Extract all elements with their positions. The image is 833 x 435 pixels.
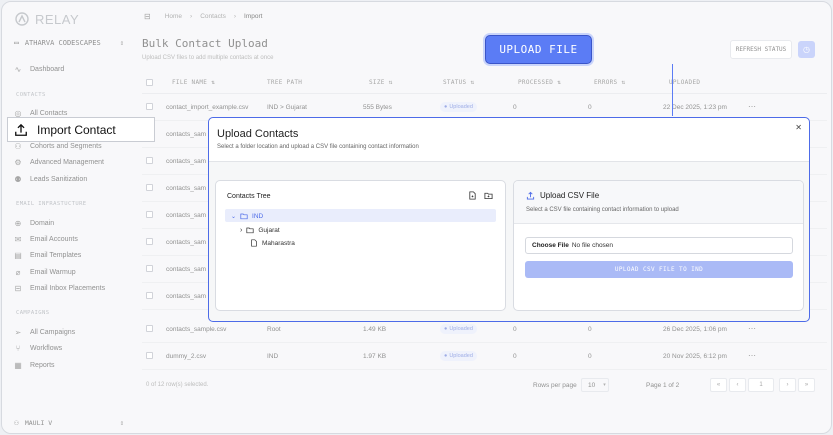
add-folder-icon[interactable] [484, 191, 493, 200]
add-file-icon[interactable] [468, 191, 477, 200]
callout-connector [672, 64, 673, 116]
tree-actions [468, 191, 493, 200]
csv-subtitle: Select a CSV file containing contact inf… [526, 207, 679, 213]
modal-subtitle: Select a folder location and upload a CS… [217, 144, 419, 150]
upload-csv-button[interactable]: UPLOAD CSV FILE TO IND [525, 261, 793, 278]
tree-node-gujarat[interactable]: › Gujarat [240, 226, 280, 234]
sidebar-item-label: Import Contact [37, 122, 116, 137]
file-icon [251, 239, 257, 247]
chevron-down-icon: ⌄ [231, 213, 237, 220]
modal-header: Upload Contacts Select a folder location… [209, 118, 809, 162]
tree-node-ind[interactable]: ⌄ IND [231, 212, 263, 220]
upload-icon [15, 123, 27, 136]
choose-file-button[interactable]: Choose File [532, 242, 569, 249]
contacts-tree-panel: Contacts Tree ⌄ IND › Gujarat Maharastra [215, 180, 506, 311]
tree-title: Contacts Tree [227, 193, 271, 200]
csv-title: Upload CSV File [526, 191, 599, 200]
chevron-right-icon: › [240, 226, 243, 234]
close-icon[interactable]: ✕ [795, 123, 802, 132]
tree-selection-highlight [225, 209, 496, 222]
modal-title: Upload Contacts [217, 128, 299, 140]
sidebar-item-import-contact[interactable]: Import Contact [7, 117, 155, 142]
csv-file-input[interactable]: Choose File No file chosen [525, 237, 793, 254]
tree-node-maharastra[interactable]: Maharastra [250, 239, 295, 247]
csv-panel-header: Upload CSV File Select a CSV file contai… [514, 181, 803, 224]
upload-file-button[interactable]: UPLOAD FILE [485, 35, 592, 64]
folder-icon [246, 227, 254, 234]
upload-csv-panel: Upload CSV File Select a CSV file contai… [513, 180, 804, 311]
upload-icon [526, 191, 535, 200]
no-file-text: No file chosen [571, 242, 614, 249]
upload-contacts-modal: Upload Contacts Select a folder location… [208, 117, 810, 322]
folder-open-icon [240, 213, 248, 220]
app-window: RELAY ▭ ATHARVA CODESCAPES ⇕ ∿ Dashboard… [1, 1, 832, 434]
